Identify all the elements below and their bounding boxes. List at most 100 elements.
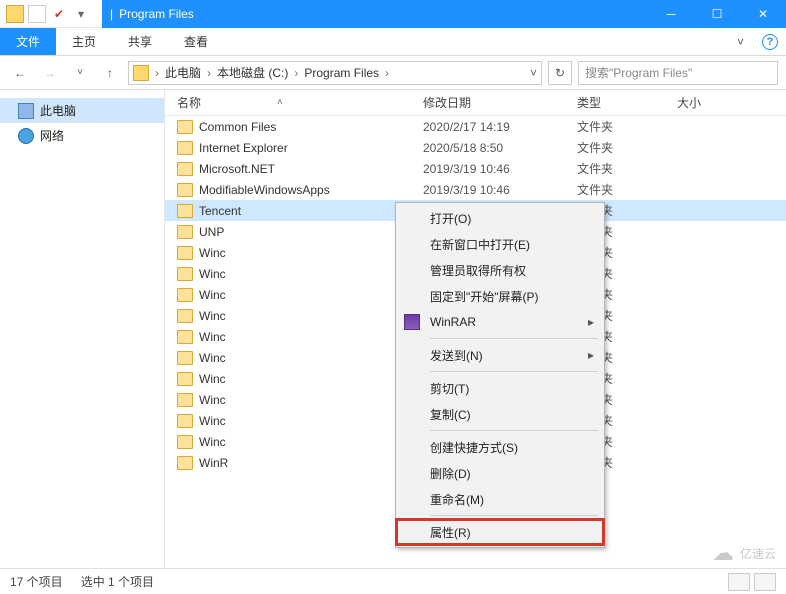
col-name[interactable]: 名称 ˄: [177, 94, 423, 111]
col-date[interactable]: 修改日期: [423, 94, 577, 111]
file-date: 2020/2/17 14:19: [423, 120, 577, 134]
recent-dropdown-icon[interactable]: ˅: [68, 61, 92, 85]
nav-network[interactable]: 网络: [0, 123, 164, 148]
folder-icon: [6, 5, 24, 23]
file-type: 文件夹: [577, 160, 677, 177]
file-date: 2019/3/19 10:46: [423, 162, 577, 176]
breadcrumb[interactable]: › 此电脑 › 本地磁盘 (C:) › Program Files › ˅: [128, 61, 542, 85]
chevron-right-icon[interactable]: ›: [205, 66, 213, 80]
pc-icon: [18, 103, 34, 119]
folder-icon: [177, 414, 193, 428]
tab-file[interactable]: 文件: [0, 28, 56, 55]
maximize-button[interactable]: ☐: [694, 0, 740, 28]
column-headers: 名称 ˄ 修改日期 类型 大小: [165, 90, 786, 116]
tab-view[interactable]: 查看: [168, 28, 224, 55]
menu-open[interactable]: 打开(O): [396, 205, 604, 231]
menu-cut[interactable]: 剪切(T): [396, 375, 604, 401]
file-list-pane: 名称 ˄ 修改日期 类型 大小 Common Files2020/2/17 14…: [165, 90, 786, 568]
file-name: Winc: [199, 351, 226, 365]
file-name: ModifiableWindowsApps: [199, 183, 330, 197]
menu-separator: [430, 371, 598, 372]
file-name: Winc: [199, 393, 226, 407]
close-button[interactable]: ✕: [740, 0, 786, 28]
file-name: Winc: [199, 267, 226, 281]
network-icon: [18, 128, 34, 144]
menu-copy[interactable]: 复制(C): [396, 401, 604, 427]
submenu-arrow-icon: ▸: [588, 315, 594, 329]
menu-winrar[interactable]: WinRAR ▸: [396, 309, 604, 335]
back-button[interactable]: ←: [8, 61, 32, 85]
folder-icon: [177, 204, 193, 218]
folder-icon: [177, 330, 193, 344]
folder-icon: [177, 183, 193, 197]
menu-winrar-label: WinRAR: [430, 315, 476, 329]
status-selected-count: 选中 1 个项目: [81, 573, 154, 590]
file-type: 文件夹: [577, 139, 677, 156]
quick-access-toolbar: ✔ ▾: [0, 5, 96, 23]
menu-send-to[interactable]: 发送到(N) ▸: [396, 342, 604, 368]
qat-dropdown-icon[interactable]: ▾: [72, 5, 90, 23]
nav-this-pc[interactable]: 此电脑: [0, 98, 164, 123]
title-text: Program Files: [119, 7, 194, 21]
chevron-right-icon[interactable]: ›: [383, 66, 391, 80]
folder-icon: [177, 267, 193, 281]
qat-icon[interactable]: [28, 5, 46, 23]
crumb-drive[interactable]: 本地磁盘 (C:): [213, 64, 292, 81]
ribbon-expand-icon[interactable]: ˅: [727, 28, 754, 55]
file-name: Winc: [199, 246, 226, 260]
menu-separator: [430, 338, 598, 339]
chevron-right-icon[interactable]: ›: [292, 66, 300, 80]
menu-delete[interactable]: 删除(D): [396, 460, 604, 486]
up-button[interactable]: ↑: [98, 61, 122, 85]
view-large-button[interactable]: [754, 573, 776, 591]
submenu-arrow-icon: ▸: [588, 348, 594, 362]
table-row[interactable]: Common Files2020/2/17 14:19文件夹: [165, 116, 786, 137]
menu-sendto-label: 发送到(N): [430, 347, 483, 364]
menu-create-shortcut[interactable]: 创建快捷方式(S): [396, 434, 604, 460]
search-input[interactable]: 搜索"Program Files": [578, 61, 778, 85]
col-type[interactable]: 类型: [577, 94, 677, 111]
crumb-folder[interactable]: Program Files: [300, 66, 383, 80]
help-icon[interactable]: ?: [762, 34, 778, 50]
status-bar: 17 个项目 选中 1 个项目: [0, 568, 786, 594]
folder-icon: [177, 309, 193, 323]
search-placeholder: 搜索"Program Files": [585, 64, 692, 81]
minimize-button[interactable]: ─: [648, 0, 694, 28]
tab-share[interactable]: 共享: [112, 28, 168, 55]
forward-button[interactable]: →: [38, 61, 62, 85]
folder-icon: [177, 162, 193, 176]
status-item-count: 17 个项目: [10, 573, 63, 590]
drive-icon: [133, 65, 149, 81]
address-bar: ← → ˅ ↑ › 此电脑 › 本地磁盘 (C:) › Program File…: [0, 56, 786, 90]
table-row[interactable]: Microsoft.NET 2019/3/19 10:46文件夹: [165, 158, 786, 179]
menu-properties[interactable]: 属性(R): [396, 519, 604, 545]
folder-icon: [177, 225, 193, 239]
menu-admin-own[interactable]: 管理员取得所有权: [396, 257, 604, 283]
table-row[interactable]: ModifiableWindowsApps2019/3/19 10:46文件夹: [165, 179, 786, 200]
menu-rename[interactable]: 重命名(M): [396, 486, 604, 512]
file-name: Winc: [199, 330, 226, 344]
menu-open-new-window[interactable]: 在新窗口中打开(E): [396, 231, 604, 257]
file-name: Tencent: [199, 204, 241, 218]
file-date: 2019/3/19 10:46: [423, 183, 577, 197]
tab-home[interactable]: 主页: [56, 28, 112, 55]
col-size[interactable]: 大小: [677, 94, 737, 111]
chevron-right-icon[interactable]: ›: [153, 66, 161, 80]
qat-check-icon[interactable]: ✔: [50, 5, 68, 23]
menu-pin-start[interactable]: 固定到"开始"屏幕(P): [396, 283, 604, 309]
folder-icon: [177, 372, 193, 386]
view-details-button[interactable]: [728, 573, 750, 591]
navigation-pane: 此电脑 网络: [0, 90, 165, 568]
crumb-this-pc[interactable]: 此电脑: [161, 64, 205, 81]
table-row[interactable]: Internet Explorer2020/5/18 8:50文件夹: [165, 137, 786, 158]
file-name: Internet Explorer: [199, 141, 288, 155]
refresh-button[interactable]: ↻: [548, 61, 572, 85]
address-dropdown-icon[interactable]: ˅: [530, 66, 537, 80]
titlebar: ✔ ▾ | Program Files ─ ☐ ✕: [0, 0, 786, 28]
title-sep: |: [110, 7, 113, 21]
file-name: Microsoft.NET: [199, 162, 275, 176]
file-name: Winc: [199, 414, 226, 428]
explorer-body: 此电脑 网络 名称 ˄ 修改日期 类型 大小 Common Files2020/…: [0, 90, 786, 568]
col-name-label: 名称: [177, 94, 201, 111]
folder-icon: [177, 435, 193, 449]
